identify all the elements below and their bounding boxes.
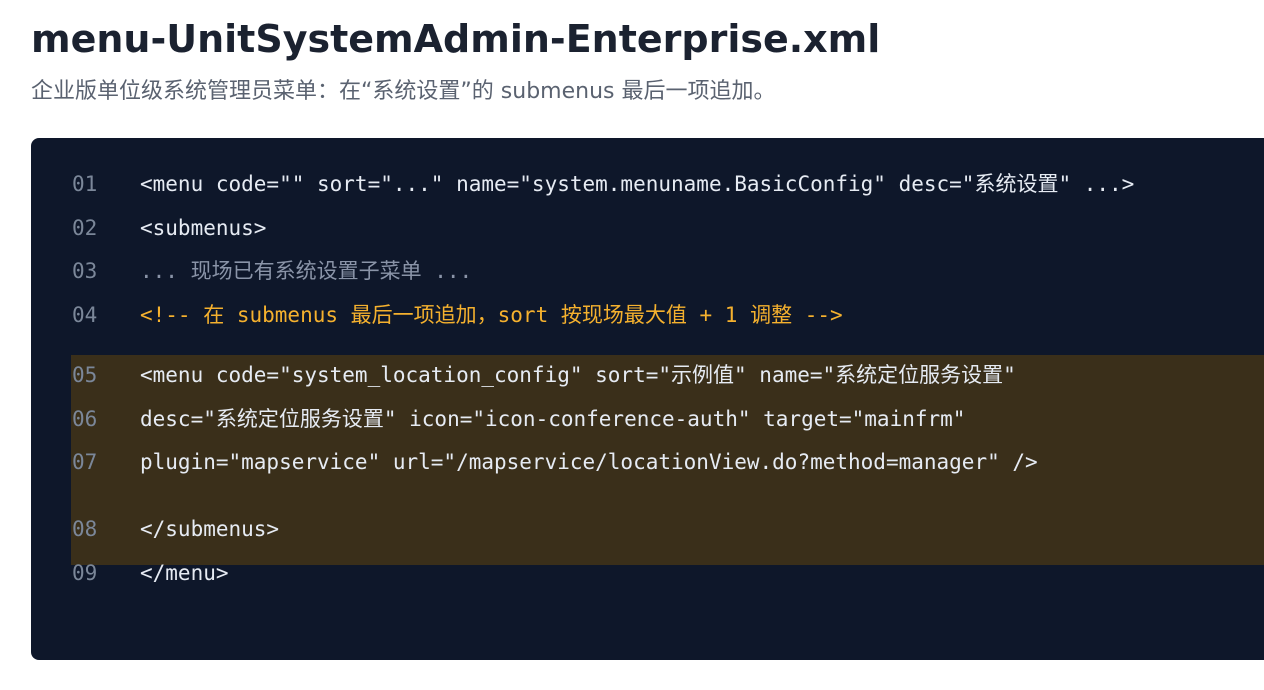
code-line: 09 </menu> [31, 557, 1264, 589]
line-number: 01 [72, 172, 98, 196]
code-text: plugin="mapservice" url="/mapservice/loc… [140, 450, 1038, 474]
code-line: 08 </submenus> [31, 513, 1264, 545]
code-line: 06 desc="系统定位服务设置" icon="icon-conference… [31, 403, 1264, 435]
line-number: 05 [72, 363, 98, 387]
line-number: 08 [72, 517, 98, 541]
code-line: 02 <submenus> [31, 212, 1264, 244]
code-text: <submenus> [140, 216, 267, 240]
page-subtitle: 企业版单位级系统管理员菜单：在“系统设置”的 submenus 最后一项追加。 [31, 79, 776, 104]
line-number: 03 [72, 259, 98, 283]
code-line: 05 <menu code="system_location_config" s… [31, 359, 1264, 391]
code-line: 07 plugin="mapservice" url="/mapservice/… [31, 446, 1264, 478]
page-title: menu-UnitSystemAdmin-Enterprise.xml [31, 17, 881, 61]
code-line: 04 <!-- 在 submenus 最后一项追加，sort 按现场最大值 + … [31, 299, 1264, 331]
code-text: <menu code="" sort="..." name="system.me… [140, 172, 1135, 196]
code-text: </menu> [140, 561, 229, 585]
code-text-placeholder: ... 现场已有系统设置子菜单 ... [140, 259, 473, 283]
code-text: </submenus> [140, 517, 280, 541]
code-block: 01 <menu code="" sort="..." name="system… [31, 138, 1264, 660]
code-comment: <!-- 在 submenus 最后一项追加，sort 按现场最大值 + 1 调… [140, 303, 843, 327]
code-text: desc="系统定位服务设置" icon="icon-conference-au… [140, 407, 966, 431]
line-number: 09 [72, 561, 98, 585]
line-number: 07 [72, 450, 98, 474]
code-line: 03 ... 现场已有系统设置子菜单 ... [31, 255, 1264, 287]
line-number: 06 [72, 407, 98, 431]
code-text: <menu code="system_location_config" sort… [140, 363, 1016, 387]
line-number: 02 [72, 216, 98, 240]
code-line: 01 <menu code="" sort="..." name="system… [31, 168, 1264, 200]
line-number: 04 [72, 303, 98, 327]
